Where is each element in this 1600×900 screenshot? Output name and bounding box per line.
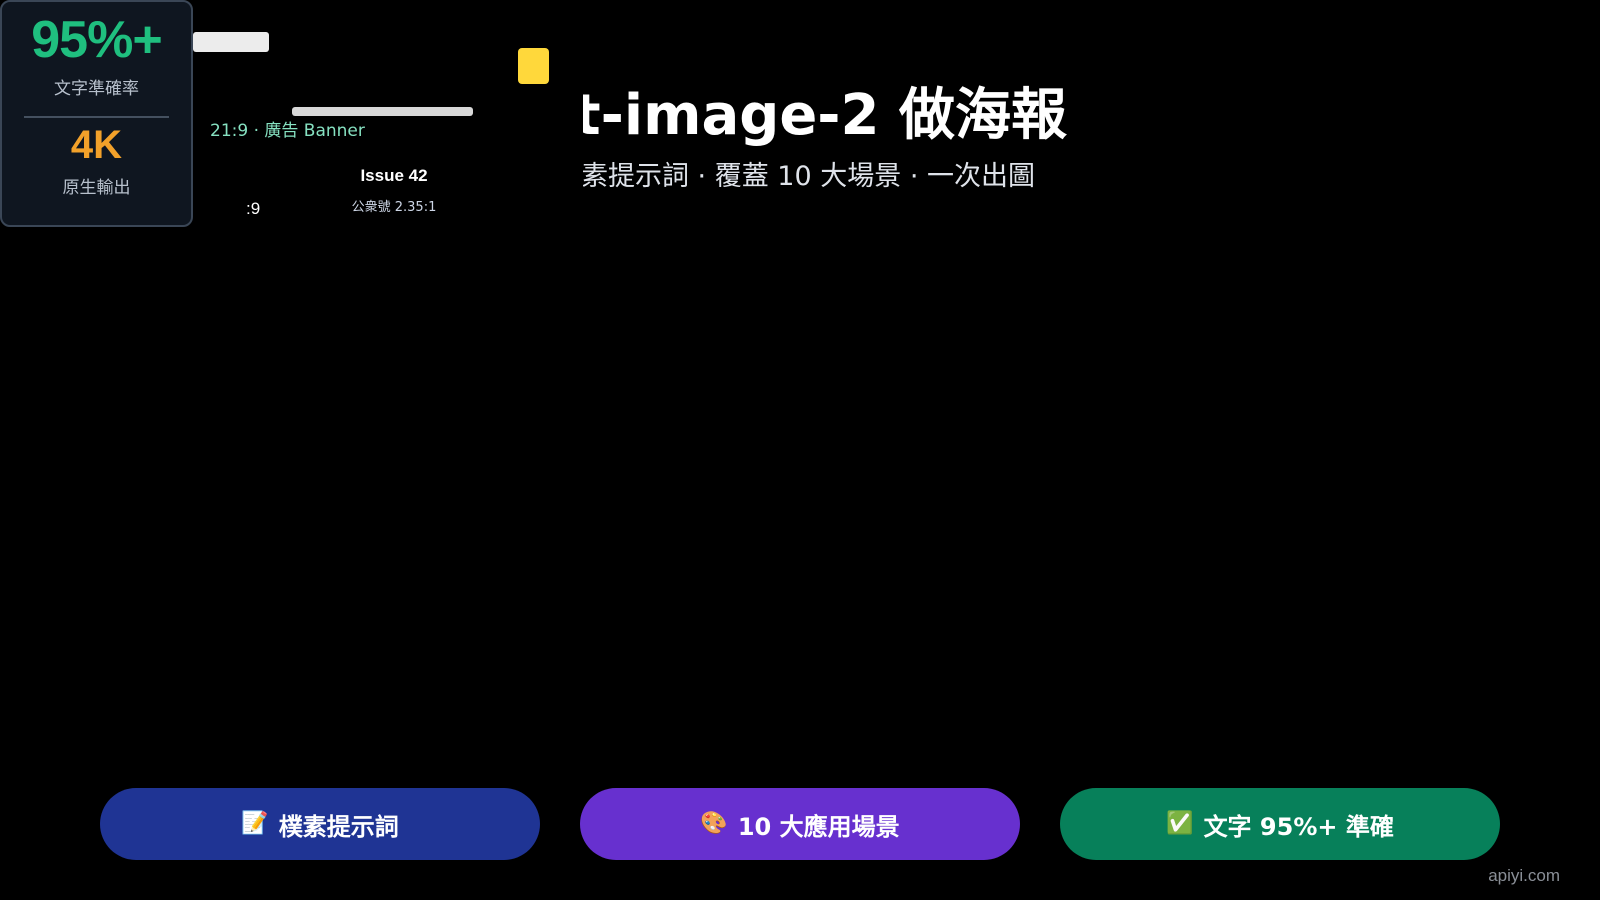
scenarios-pill[interactable]: 🎨 10 大應用場景: [580, 788, 1020, 860]
placeholder-bar: [193, 32, 269, 52]
ratio-label: 21:9 · 廣告 Banner: [210, 121, 365, 141]
poster-canvas: 95%+ 文字準確率 4K 原生輸出 21:9 · 廣告 Banner Issu…: [0, 0, 1600, 900]
pill-label: 10 大應用場景: [737, 812, 900, 841]
stats-card: 95%+ 文字準確率 4K 原生輸出: [0, 0, 193, 227]
pill-label: 文字 95%+ 準確: [1203, 812, 1394, 841]
palette-icon: 🎨: [700, 811, 728, 836]
text-accuracy-pill[interactable]: ✅ 文字 95%+ 準確: [1060, 788, 1500, 860]
page-subtitle: 素提示詞 · 覆蓋 10 大場景 · 一次出圖: [583, 161, 1035, 192]
check-box-icon: ✅: [1166, 811, 1194, 836]
resolution-value: 4K: [70, 123, 123, 167]
resolution-caption: 原生輸出: [62, 178, 131, 198]
headline-block: pt-image-2 做海報 素提示詞 · 覆蓋 10 大場景 · 一次出圖: [583, 60, 1103, 210]
placeholder-line: [292, 107, 473, 116]
pill-label: 樸素提示詞: [278, 812, 399, 841]
issue-subtitle: 公衆號 2.35:1: [351, 200, 437, 215]
ratio-small-label: :9: [246, 199, 261, 218]
stats-divider: [24, 116, 169, 118]
accuracy-caption: 文字準確率: [54, 79, 139, 99]
memo-icon: 📝: [241, 811, 269, 836]
page-title: pt-image-2 做海報: [583, 83, 1067, 148]
plain-prompt-pill[interactable]: 📝 樸素提示詞: [100, 788, 540, 860]
watermark: apiyi.com: [1488, 866, 1560, 885]
issue-title: Issue 42: [360, 166, 428, 185]
accuracy-value: 95%+: [31, 11, 162, 69]
yellow-note-shape: [518, 48, 549, 84]
